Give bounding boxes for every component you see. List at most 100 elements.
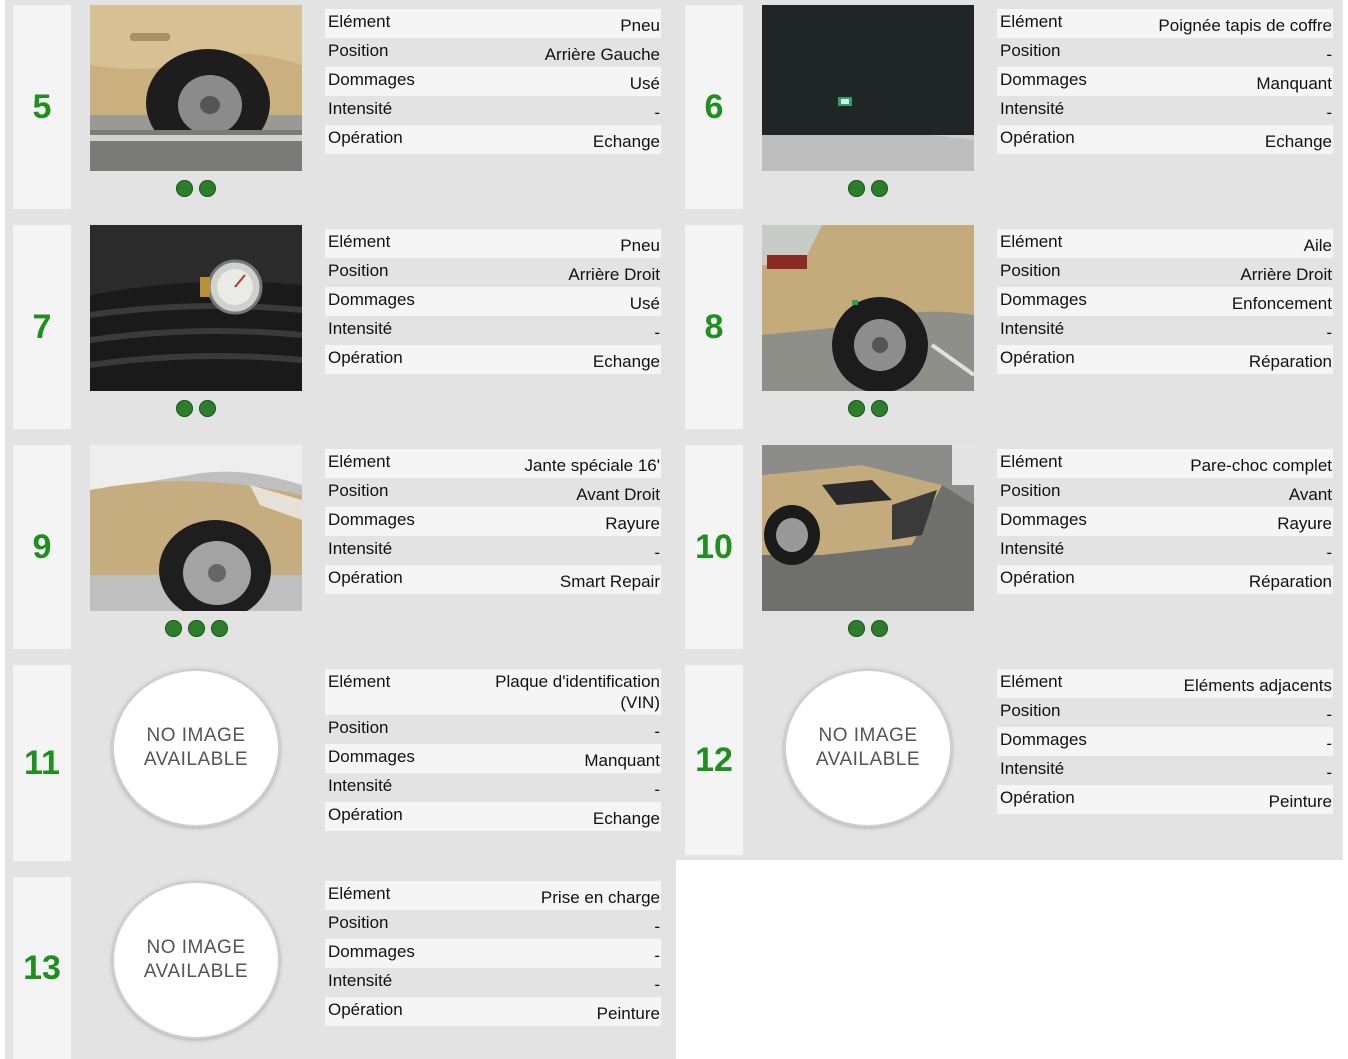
- carousel-dot[interactable]: [871, 620, 888, 637]
- no-image-placeholder: NO IMAGE AVAILABLE: [784, 669, 952, 827]
- no-image-placeholder: NO IMAGE AVAILABLE: [112, 669, 280, 827]
- carousel-dot[interactable]: [848, 400, 865, 417]
- no-image-line2: AVAILABLE: [143, 961, 249, 982]
- no-image-line1: NO IMAGE: [818, 725, 918, 746]
- detail-row-damage: Dommages Enfoncement: [997, 287, 1333, 316]
- detail-value-operation: Réparation: [1248, 352, 1332, 371]
- damage-photo[interactable]: [762, 5, 974, 171]
- item-number: 11: [13, 665, 71, 861]
- carousel-dot[interactable]: [176, 180, 193, 197]
- carousel-dot[interactable]: [848, 180, 865, 197]
- detail-label-operation: Opération: [328, 348, 403, 367]
- detail-label-damage: Dommages: [1000, 70, 1087, 89]
- detail-row-element: Elément Poignée tapis de coffre: [997, 9, 1333, 38]
- damage-details-table: Elément Prise en charge Position - Domma…: [325, 881, 661, 1026]
- detail-label-element: Elément: [328, 452, 391, 471]
- carousel-dot[interactable]: [210, 620, 228, 637]
- detail-value-damage: Manquant: [584, 751, 660, 770]
- detail-row-position: Position -: [997, 698, 1333, 727]
- damage-photo[interactable]: [762, 225, 974, 391]
- detail-row-intensity: Intensité -: [997, 96, 1333, 125]
- detail-label-element: Elément: [1000, 12, 1063, 31]
- damage-photo[interactable]: [90, 445, 302, 611]
- damage-card: 11 NO IMAGE AVAILABLE Elément Plaque d'i…: [13, 665, 663, 861]
- carousel-dot[interactable]: [871, 400, 888, 417]
- carousel-dot[interactable]: [848, 620, 865, 637]
- detail-row-position: Position Arrière Droit: [997, 258, 1333, 287]
- detail-value-element: Plaque d'identification (VIN): [495, 672, 660, 712]
- detail-row-position: Position Arrière Droit: [325, 258, 661, 287]
- damage-card: 9 Elément Jante spéciale 16' Position Av…: [13, 445, 663, 649]
- photo-carousel-dots: [90, 400, 302, 417]
- detail-row-damage: Dommages Usé: [325, 67, 661, 96]
- detail-label-operation: Opération: [1000, 128, 1075, 147]
- damage-details-table: Elément Poignée tapis de coffre Position…: [997, 9, 1333, 154]
- detail-row-damage: Dommages Rayure: [325, 507, 661, 536]
- carousel-dot[interactable]: [187, 620, 205, 637]
- item-number: 6: [685, 5, 743, 209]
- detail-value-operation: Peinture: [596, 1004, 660, 1023]
- carousel-dot[interactable]: [176, 400, 193, 417]
- detail-label-element: Elément: [1000, 452, 1063, 471]
- detail-value-position: Avant Droit: [576, 485, 660, 504]
- detail-label-position: Position: [1000, 481, 1061, 500]
- detail-row-position: Position Arrière Gauche: [325, 38, 661, 67]
- damage-card: 10 Elément Pare-choc complet Position Av…: [685, 445, 1335, 649]
- item-number: 9: [13, 445, 71, 649]
- detail-value-position: Avant: [1288, 485, 1332, 504]
- detail-label-intensity: Intensité: [1000, 99, 1065, 118]
- no-image-line1: NO IMAGE: [146, 725, 246, 746]
- detail-row-operation: Opération Peinture: [325, 997, 661, 1026]
- detail-row-element: Elément Prise en charge: [325, 881, 661, 910]
- damage-card: 12 NO IMAGE AVAILABLE Elément Eléments a…: [685, 665, 1335, 855]
- detail-label-operation: Opération: [328, 568, 403, 587]
- item-number: 7: [13, 225, 71, 429]
- photo-carousel-dots: [762, 180, 974, 197]
- detail-value-element: Prise en charge: [540, 888, 660, 907]
- detail-value-operation: Echange: [592, 352, 660, 371]
- carousel-dot[interactable]: [164, 620, 182, 637]
- detail-row-position: Position Avant Droit: [325, 478, 661, 507]
- detail-value-intensity: -: [654, 323, 660, 342]
- detail-value-damage: Rayure: [1277, 514, 1332, 533]
- detail-value-damage: -: [654, 946, 660, 965]
- detail-label-operation: Opération: [1000, 568, 1075, 587]
- detail-label-position: Position: [328, 41, 389, 60]
- item-number: 5: [13, 5, 71, 209]
- detail-value-intensity: -: [1326, 103, 1332, 122]
- detail-row-damage: Dommages Rayure: [997, 507, 1333, 536]
- item-number: 10: [685, 445, 743, 649]
- detail-value-intensity: -: [1326, 323, 1332, 342]
- carousel-dot[interactable]: [199, 180, 216, 197]
- detail-value-intensity: -: [654, 780, 660, 799]
- damage-details-table: Elément Pneu Position Arrière Gauche Dom…: [325, 9, 661, 154]
- detail-row-element: Elément Eléments adjacents: [997, 669, 1333, 698]
- detail-row-operation: Opération Réparation: [997, 565, 1333, 594]
- detail-label-damage: Dommages: [1000, 730, 1087, 749]
- detail-label-position: Position: [328, 261, 389, 280]
- carousel-dot[interactable]: [199, 400, 216, 417]
- detail-row-intensity: Intensité -: [997, 536, 1333, 565]
- detail-value-damage: Manquant: [1256, 74, 1332, 93]
- damage-photo[interactable]: [90, 225, 302, 391]
- carousel-dot[interactable]: [871, 180, 888, 197]
- detail-label-intensity: Intensité: [328, 99, 393, 118]
- detail-row-operation: Opération Réparation: [997, 345, 1333, 374]
- detail-row-intensity: Intensité -: [325, 316, 661, 345]
- detail-label-intensity: Intensité: [1000, 759, 1065, 778]
- damage-photo[interactable]: [762, 445, 974, 611]
- damage-photo[interactable]: [90, 5, 302, 171]
- detail-value-element: Poignée tapis de coffre: [1158, 16, 1332, 35]
- detail-label-element: Elément: [328, 12, 391, 31]
- detail-value-intensity: -: [654, 103, 660, 122]
- detail-value-operation: Réparation: [1248, 572, 1332, 591]
- damage-details-table: Elément Jante spéciale 16' Position Avan…: [325, 449, 661, 594]
- detail-value-intensity: -: [654, 543, 660, 562]
- detail-row-intensity: Intensité -: [997, 316, 1333, 345]
- photo-carousel-dots: [762, 400, 974, 417]
- no-image-line1: NO IMAGE: [146, 937, 246, 958]
- detail-value-position: -: [1326, 705, 1332, 724]
- detail-label-operation: Opération: [1000, 788, 1075, 807]
- detail-value-element: Pneu: [620, 236, 660, 255]
- item-number: 13: [13, 877, 71, 1059]
